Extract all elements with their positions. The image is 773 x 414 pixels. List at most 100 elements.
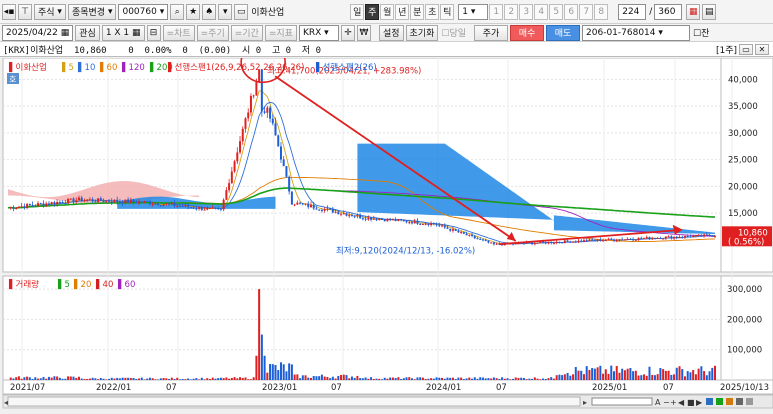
- volume-bar: [165, 378, 168, 380]
- search-icon[interactable]: ⌕: [170, 3, 185, 20]
- volume-bar: [94, 378, 97, 380]
- volume-bar: [542, 378, 545, 380]
- candle: [168, 203, 171, 205]
- dropdown-icon[interactable]: ▾: [218, 3, 233, 20]
- scrollbar-thumb[interactable]: [7, 396, 581, 407]
- volume-bar: [12, 378, 15, 380]
- candle: [329, 208, 332, 210]
- x-tick: 07: [331, 383, 342, 393]
- crosshair-icon[interactable]: ✛: [340, 24, 355, 41]
- number-button-5[interactable]: 5: [549, 3, 564, 20]
- number-button-6[interactable]: 6: [564, 3, 579, 20]
- zoom-minus-icon[interactable]: −: [663, 398, 670, 407]
- change-stock-select[interactable]: 종목변경 ▾: [67, 3, 117, 20]
- number-button-3[interactable]: 3: [519, 3, 534, 20]
- grid-layout-button[interactable]: 1 X 1 ▦: [101, 24, 145, 41]
- interval-input[interactable]: 1 ▾: [458, 3, 489, 20]
- config-icon[interactable]: [746, 398, 753, 405]
- split-icon[interactable]: ⊟: [146, 24, 161, 41]
- extra-checkbox[interactable]: ☐잔: [693, 26, 709, 39]
- close-icon[interactable]: ✕: [755, 43, 769, 55]
- legend-span2: ▌선행스팬2(26): [315, 62, 377, 73]
- watch-button[interactable]: 관심: [75, 24, 100, 41]
- candle: [138, 201, 141, 204]
- period-button[interactable]: =기간: [230, 24, 263, 41]
- minimize-icon[interactable]: ▭: [739, 43, 753, 55]
- volume-bar: [367, 378, 370, 380]
- volume-bar: [569, 375, 572, 380]
- candle: [662, 238, 665, 240]
- exchange-select[interactable]: KRX ▾: [298, 24, 339, 41]
- play-icon[interactable]: ▶: [696, 398, 703, 407]
- period-tab-5[interactable]: 초: [425, 3, 440, 20]
- window-icon[interactable]: ▤: [702, 3, 717, 20]
- candle: [56, 201, 59, 205]
- candle: [372, 218, 375, 220]
- play-back-icon[interactable]: ◀: [678, 398, 685, 407]
- period-tab-1[interactable]: 주: [365, 3, 380, 20]
- candle: [686, 235, 689, 237]
- zoom-slider[interactable]: [591, 397, 653, 406]
- print-icon[interactable]: [726, 398, 733, 405]
- sameday-checkbox[interactable]: ☐당일: [441, 26, 466, 39]
- account-select[interactable]: 206-01-768014 ▾: [582, 24, 691, 41]
- scroll-right-icon[interactable]: ▸: [583, 398, 587, 407]
- candle: [610, 238, 613, 240]
- price-button[interactable]: 주가: [474, 24, 509, 41]
- candle: [481, 239, 484, 241]
- candle: [585, 240, 588, 242]
- candle: [206, 207, 209, 210]
- color-grid-icon[interactable]: ▦: [686, 3, 701, 20]
- date-picker[interactable]: 2025/04/22 ▦: [2, 24, 74, 41]
- volume-bar: [75, 377, 78, 380]
- candle: [402, 220, 405, 222]
- volume-bar: [340, 374, 343, 380]
- stop-icon[interactable]: ■: [687, 398, 695, 407]
- stock-code-input[interactable]: 000760 ▾: [118, 3, 169, 20]
- volume-bar: [50, 377, 53, 380]
- sell-button[interactable]: 매도: [546, 24, 581, 41]
- number-button-7[interactable]: 7: [579, 3, 594, 20]
- number-button-2[interactable]: 2: [504, 3, 519, 20]
- capture-icon[interactable]: [736, 398, 743, 405]
- indicator-button[interactable]: =지표: [264, 24, 297, 41]
- volume-bar: [69, 376, 72, 380]
- spade-icon[interactable]: ♠: [202, 3, 217, 20]
- candle: [342, 213, 345, 215]
- volume-bar: [643, 374, 646, 380]
- period-tab-3[interactable]: 년: [395, 3, 410, 20]
- settings-button[interactable]: 설정: [378, 24, 404, 41]
- period-tab-2[interactable]: 월: [380, 3, 395, 20]
- market-select[interactable]: 주식 ▾: [34, 3, 66, 20]
- pin-icon[interactable]: ⊤: [18, 3, 32, 20]
- number-button-1[interactable]: 1: [489, 3, 504, 20]
- currency-button[interactable]: ₩: [356, 24, 371, 41]
- number-button-4[interactable]: 4: [534, 3, 549, 20]
- export-icon[interactable]: [716, 398, 723, 405]
- period-tab-4[interactable]: 분: [410, 3, 425, 20]
- candle: [629, 238, 632, 240]
- candle: [263, 111, 266, 113]
- volume-bar: [80, 378, 83, 380]
- cycle-button[interactable]: =주기: [196, 24, 229, 41]
- zoom-in-icon[interactable]: A: [655, 398, 661, 407]
- info-icon[interactable]: ▭: [234, 3, 249, 20]
- count-input[interactable]: 224: [618, 3, 647, 20]
- chart-area[interactable]: 최고:41,700(2023/04/21, +283.98%)최저:9,120(…: [0, 58, 773, 414]
- buy-button[interactable]: 매수: [510, 24, 545, 41]
- volume-bar: [506, 378, 509, 380]
- panel-menu-icon[interactable]: ◂▪: [2, 3, 16, 20]
- reset-button[interactable]: 초기화: [405, 24, 439, 41]
- scroll-left-icon[interactable]: ◂: [4, 398, 8, 407]
- period-tab-6[interactable]: 틱: [440, 3, 455, 20]
- candle: [110, 201, 113, 203]
- period-tab-0[interactable]: 일: [350, 3, 365, 20]
- star-icon[interactable]: ★: [186, 3, 201, 20]
- x-tick: 07: [496, 383, 507, 393]
- number-button-8[interactable]: 8: [594, 3, 609, 20]
- zoom-plus-icon[interactable]: +: [670, 398, 677, 407]
- save-icon[interactable]: [706, 398, 713, 405]
- candle: [561, 242, 564, 244]
- chart-button[interactable]: =차트: [162, 24, 195, 41]
- volume-bar: [686, 371, 689, 380]
